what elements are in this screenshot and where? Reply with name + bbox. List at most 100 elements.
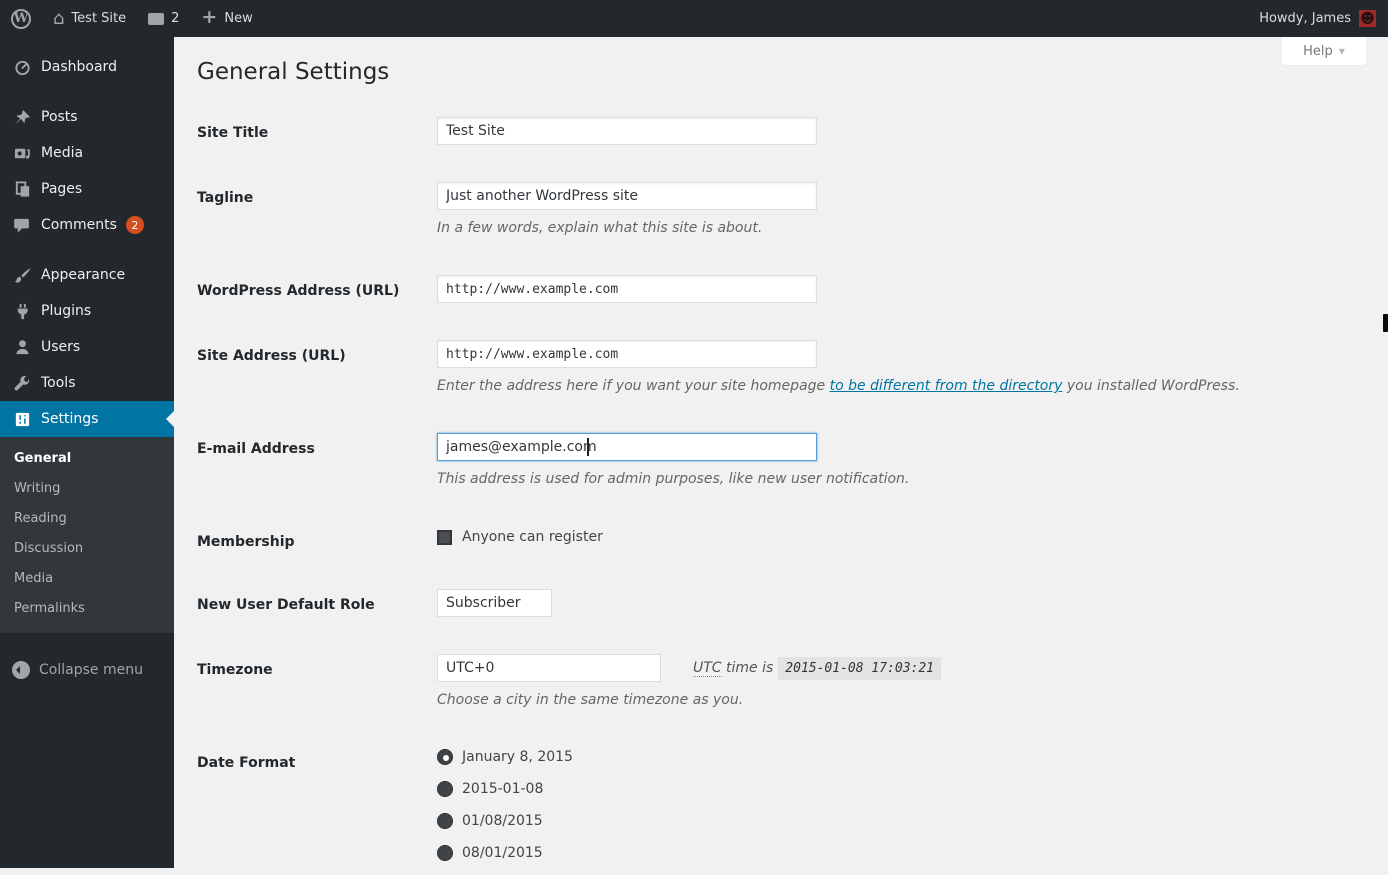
pages-icon [12, 179, 32, 199]
sidebar-item-media[interactable]: Media [0, 135, 174, 171]
sidebar-item-settings[interactable]: Settings [0, 401, 174, 437]
main-content: General Settings Site Title Tagline In a… [174, 37, 1388, 868]
utc-abbr: UTC [693, 660, 722, 677]
site-title-label: Site Title [197, 117, 437, 145]
sidebar-item-pages[interactable]: Pages [0, 171, 174, 207]
comments-count: 2 [171, 11, 179, 26]
tagline-helper-text: In a few words, explain what this site i… [437, 218, 1365, 238]
users-icon [12, 337, 32, 357]
site-address-helper-suffix: you installed WordPress. [1062, 378, 1239, 394]
wordpress-logo: W [11, 9, 31, 29]
sidebar-item-label: Users [41, 339, 80, 355]
sidebar-item-tools[interactable]: Tools [0, 365, 174, 401]
site-address-label: Site Address (URL) [197, 340, 437, 396]
sidebar-item-label: Posts [41, 109, 78, 125]
submenu-item-permalinks[interactable]: Permalinks [0, 594, 174, 624]
submenu-item-writing[interactable]: Writing [0, 474, 174, 504]
radio-icon[interactable] [437, 813, 453, 829]
timezone-select[interactable]: UTC+0 [437, 654, 661, 682]
date-format-option-2[interactable]: 2015-01-08 [437, 779, 1365, 799]
site-title-row: Site Title [197, 117, 1365, 145]
default-role-label: New User Default Role [197, 589, 437, 617]
membership-row: Membership Anyone can register [197, 526, 1365, 552]
default-role-row: New User Default Role Subscriber [197, 589, 1365, 617]
submenu-item-discussion[interactable]: Discussion [0, 534, 174, 564]
sidebar-item-comments[interactable]: Comments 2 [0, 207, 174, 243]
admin-bar-comments[interactable]: 2 [137, 0, 190, 37]
membership-checkbox[interactable] [437, 530, 452, 545]
date-format-option-4[interactable]: 08/01/2015 [437, 843, 1365, 863]
tagline-input[interactable] [437, 182, 817, 210]
email-input[interactable] [437, 433, 817, 461]
sidebar-item-dashboard[interactable]: Dashboard [0, 49, 174, 85]
new-label: New [224, 11, 252, 26]
site-address-row: Site Address (URL) Enter the address her… [197, 340, 1365, 396]
utc-time-value: 2015-01-08 17:03:21 [778, 657, 941, 680]
radio-selected-icon[interactable] [437, 749, 453, 765]
dashboard-icon [12, 57, 32, 77]
help-tab-button[interactable]: Help ▼ [1282, 37, 1366, 65]
posts-icon [12, 107, 32, 127]
appearance-icon [12, 265, 32, 285]
collapse-menu-label: Collapse menu [39, 662, 143, 678]
sidebar-item-users[interactable]: Users [0, 329, 174, 365]
submenu-item-media[interactable]: Media [0, 564, 174, 594]
new-plus-icon: + [201, 8, 217, 27]
date-format-label: Date Format [197, 747, 437, 875]
settings-submenu: General Writing Reading Discussion Media… [0, 437, 174, 633]
new-content-menu[interactable]: + New [190, 0, 263, 37]
date-format-option-label: 08/01/2015 [462, 843, 543, 863]
site-title-input[interactable] [437, 117, 817, 145]
date-format-row: Date Format January 8, 2015 2015-01-08 0… [197, 747, 1365, 875]
settings-icon [12, 409, 32, 429]
media-icon [12, 143, 32, 163]
date-format-option-1[interactable]: January 8, 2015 [437, 747, 1365, 767]
sidebar-item-label: Tools [41, 375, 76, 391]
wordpress-address-input[interactable] [437, 275, 817, 303]
submenu-item-reading[interactable]: Reading [0, 504, 174, 534]
different-directory-link[interactable]: to be different from the directory [830, 378, 1063, 394]
site-address-input[interactable] [437, 340, 817, 368]
date-format-option-3[interactable]: 01/08/2015 [437, 811, 1365, 831]
wordpress-address-row: WordPress Address (URL) [197, 275, 1365, 303]
sidebar-item-label: Settings [41, 411, 98, 427]
sidebar-item-plugins[interactable]: Plugins [0, 293, 174, 329]
home-icon: ⌂ [53, 10, 64, 28]
sidebar-item-label: Plugins [41, 303, 91, 319]
site-name-menu[interactable]: ⌂ Test Site [42, 0, 137, 37]
text-cursor [587, 438, 589, 456]
date-format-option-label: 01/08/2015 [462, 811, 543, 831]
collapse-menu-button[interactable]: Collapse menu [0, 653, 174, 687]
date-format-option-label: 2015-01-08 [462, 779, 543, 799]
sidebar-item-label: Comments [41, 217, 117, 233]
sidebar-item-label: Appearance [41, 267, 125, 283]
date-format-option-label: January 8, 2015 [462, 747, 573, 767]
site-address-helper-text: Enter the address here if you want your … [437, 376, 1365, 396]
howdy-label: Howdy, James [1259, 11, 1351, 26]
sidebar-item-label: Dashboard [41, 59, 117, 75]
sidebar-item-label: Media [41, 145, 83, 161]
comments-icon [12, 215, 32, 235]
email-label: E-mail Address [197, 433, 437, 489]
comments-bubble-icon [148, 13, 164, 25]
default-role-select[interactable]: Subscriber [437, 589, 552, 617]
collapse-icon [12, 661, 30, 679]
tagline-row: Tagline In a few words, explain what thi… [197, 182, 1365, 238]
my-account-menu[interactable]: Howdy, James ☻ [1259, 0, 1388, 37]
site-address-helper-prefix: Enter the address here if you want your … [437, 378, 830, 394]
wordpress-logo-menu[interactable]: W [0, 0, 42, 37]
sidebar-item-label: Pages [41, 181, 82, 197]
sidebar-item-posts[interactable]: Posts [0, 99, 174, 135]
membership-checkbox-label: Anyone can register [462, 529, 603, 545]
radio-icon[interactable] [437, 781, 453, 797]
wordpress-address-label: WordPress Address (URL) [197, 275, 437, 303]
active-menu-arrow [158, 411, 174, 427]
comments-badge: 2 [126, 216, 144, 234]
radio-icon[interactable] [437, 845, 453, 861]
submenu-item-general[interactable]: General [0, 444, 174, 474]
sidebar-item-appearance[interactable]: Appearance [0, 257, 174, 293]
plugins-icon [12, 301, 32, 321]
utc-time-description: UTC time is2015-01-08 17:03:21 [693, 660, 941, 676]
utc-time-is-text: time is [722, 660, 774, 676]
page-title: General Settings [197, 58, 1365, 87]
